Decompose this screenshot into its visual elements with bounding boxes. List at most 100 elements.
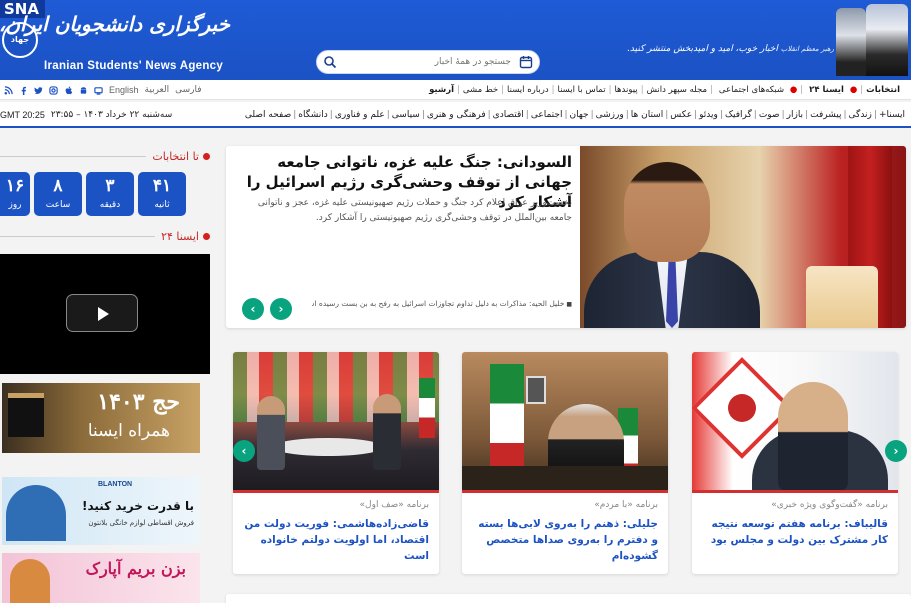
cat-world[interactable]: جهان: [570, 110, 589, 120]
chevron-left-icon[interactable]: ‹: [233, 440, 255, 462]
divider: |: [293, 110, 297, 120]
cat-science[interactable]: علم و فناوری: [335, 110, 385, 120]
news-ticker[interactable]: خلیل الحیه: مذاکرات به دلیل تداوم تجاوزا…: [312, 299, 572, 308]
cat-politics[interactable]: سیاسی: [392, 110, 420, 120]
blanton-ad-banner[interactable]: BLANTON با قدرت خرید کنید! فروش اقساطی ل…: [2, 477, 200, 545]
cat-progress[interactable]: پیشرفت: [810, 110, 841, 120]
countdown-minutes: ۳ دقیقه: [86, 172, 134, 216]
cat-provinces[interactable]: استان ها: [631, 110, 663, 120]
days-value: ۱۶: [5, 176, 25, 195]
card-image[interactable]: [692, 352, 898, 492]
search-icon[interactable]: [323, 55, 337, 69]
top-links: آرشیو | خط مشی | درباره ایسنا | تماس با …: [426, 80, 903, 100]
divider: |: [719, 110, 723, 120]
divider: [0, 155, 147, 157]
flag-graphic: [419, 378, 435, 438]
head-graphic: [624, 162, 710, 262]
hajj-banner[interactable]: حج ۱۴۰۳ همراه ایسنا: [2, 383, 200, 453]
chevron-left-icon[interactable]: ‹: [242, 298, 264, 320]
divider: |: [421, 110, 425, 120]
hajj-banner-title: حج ۱۴۰۳: [97, 389, 180, 415]
nav-archive[interactable]: آرشیو: [426, 85, 457, 95]
divider: |: [640, 85, 644, 95]
countdown-title[interactable]: تا انتخابات: [152, 150, 199, 163]
hajj-banner-subtitle: همراه ایسنا: [87, 421, 170, 441]
divider: |: [564, 110, 568, 120]
featured-photo[interactable]: [580, 146, 906, 328]
divider: |: [753, 110, 757, 120]
ad-subline: فروش اقساطی لوازم خانگی بلانتون: [88, 519, 194, 527]
news-card[interactable]: برنامه «گفت‌وگوی ویژه خبری» قالیباف: برن…: [692, 352, 898, 574]
apple-icon[interactable]: [64, 85, 73, 95]
card-image[interactable]: [462, 352, 668, 492]
cat-culture[interactable]: فرهنگی و هنری: [427, 110, 486, 120]
cat-social[interactable]: اجتماعی: [531, 110, 563, 120]
facebook-icon[interactable]: [19, 86, 28, 95]
cat-home[interactable]: صفحه اصلی: [245, 110, 291, 120]
nav-isna24[interactable]: ● ایسنا ۲۴: [803, 85, 860, 95]
leader-quote: رهبر معظم انقلاب اخبار خوب، امید و امیدب…: [620, 44, 834, 54]
isna24-title[interactable]: ایسنا ۲۴: [161, 230, 199, 243]
next-section-strip: [226, 594, 911, 603]
cat-isna-plus[interactable]: ایسنا+: [879, 110, 905, 120]
cat-sports[interactable]: ورزشی: [596, 110, 624, 120]
nav-magazine[interactable]: مجله سپهر دانش: [644, 85, 710, 95]
search-input[interactable]: [341, 54, 511, 70]
rss-icon[interactable]: [4, 85, 13, 95]
divider: |: [665, 110, 669, 120]
kaaba-image: [8, 393, 44, 437]
aparat-icon[interactable]: [94, 86, 103, 95]
calendar-icon[interactable]: [519, 55, 533, 69]
family-photo: [6, 485, 66, 541]
android-icon[interactable]: [79, 86, 88, 95]
site-logo-english[interactable]: Iranian Students' News Agency: [44, 60, 223, 72]
divider: |: [329, 110, 333, 120]
ad-brand: BLANTON: [98, 481, 133, 488]
nav-policy[interactable]: خط مشی: [460, 85, 501, 95]
nav-social-networks[interactable]: ● شبکه‌های اجتماعی: [713, 85, 800, 95]
cat-university[interactable]: دانشگاه: [298, 110, 327, 120]
divider: [0, 235, 156, 237]
cat-video[interactable]: ویدئو: [699, 110, 718, 120]
nav-links[interactable]: پیوندها: [611, 85, 640, 95]
isna24-video-player[interactable]: [0, 254, 210, 374]
chevron-right-icon[interactable]: ›: [885, 440, 907, 462]
lang-persian[interactable]: فارسی: [175, 85, 201, 95]
portrait-frame-graphic: [526, 376, 546, 404]
program-label: برنامه «صف اول»: [359, 500, 429, 510]
twitter-icon[interactable]: [34, 86, 43, 95]
hours-unit: ساعت: [45, 200, 71, 210]
minutes-unit: دقیقه: [99, 200, 121, 210]
nav-about[interactable]: درباره ایسنا: [504, 85, 552, 95]
portrait-leader: [866, 4, 908, 76]
featured-news[interactable]: السودانی: جنگ علیه غزه، ناتوانی جامعه جه…: [226, 146, 906, 328]
divider: |: [608, 85, 612, 95]
search-box[interactable]: [316, 50, 540, 74]
lang-arabic[interactable]: العربیة: [145, 85, 170, 95]
card-title[interactable]: قاضی‌زاده‌هاشمی: فوریت دولت من اقتصاد، ا…: [241, 516, 429, 564]
news-card[interactable]: برنامه «با مردم» جلیلی: ذهنم را به‌روی ل…: [462, 352, 668, 574]
nav-contact[interactable]: تماس با ایسنا: [555, 85, 609, 95]
card-title[interactable]: قالیباف: برنامه هفتم توسعه نتیجه کار مشت…: [700, 516, 888, 548]
card-image[interactable]: [233, 352, 439, 492]
nav-elections[interactable]: انتخابات: [863, 85, 903, 95]
card-title[interactable]: جلیلی: ذهنم را به‌روی لابی‌ها بسته و دفت…: [470, 516, 658, 564]
cat-audio[interactable]: صوت: [759, 110, 780, 120]
site-logo-persian[interactable]: خبرگزاری دانشجویان ایران، ایسنا: [0, 12, 230, 36]
person-graphic: [778, 382, 848, 492]
divider: |: [800, 85, 804, 95]
cat-market[interactable]: بازار: [787, 110, 803, 120]
news-card[interactable]: برنامه «صف اول» قاضی‌زاده‌هاشمی: فوریت د…: [233, 352, 439, 574]
cat-photo[interactable]: عکس: [670, 110, 692, 120]
cat-graphic[interactable]: گرافیک: [725, 110, 752, 120]
cat-economy[interactable]: اقتصادی: [493, 110, 524, 120]
quote-signature: رهبر معظم انقلاب: [780, 45, 834, 53]
play-button-icon[interactable]: [66, 294, 138, 332]
lang-english[interactable]: English: [109, 85, 139, 95]
red-dot-icon: [203, 152, 210, 160]
chevron-right-icon[interactable]: ›: [270, 298, 292, 320]
cat-life[interactable]: زندگی: [849, 110, 872, 120]
election-countdown: ۱۶ روز ۸ ساعت ۳ دقیقه ۴۱ ثانیه: [0, 172, 210, 216]
instagram-icon[interactable]: [49, 85, 58, 95]
apark-ad-banner[interactable]: بزن بریم آپارک: [2, 553, 200, 603]
